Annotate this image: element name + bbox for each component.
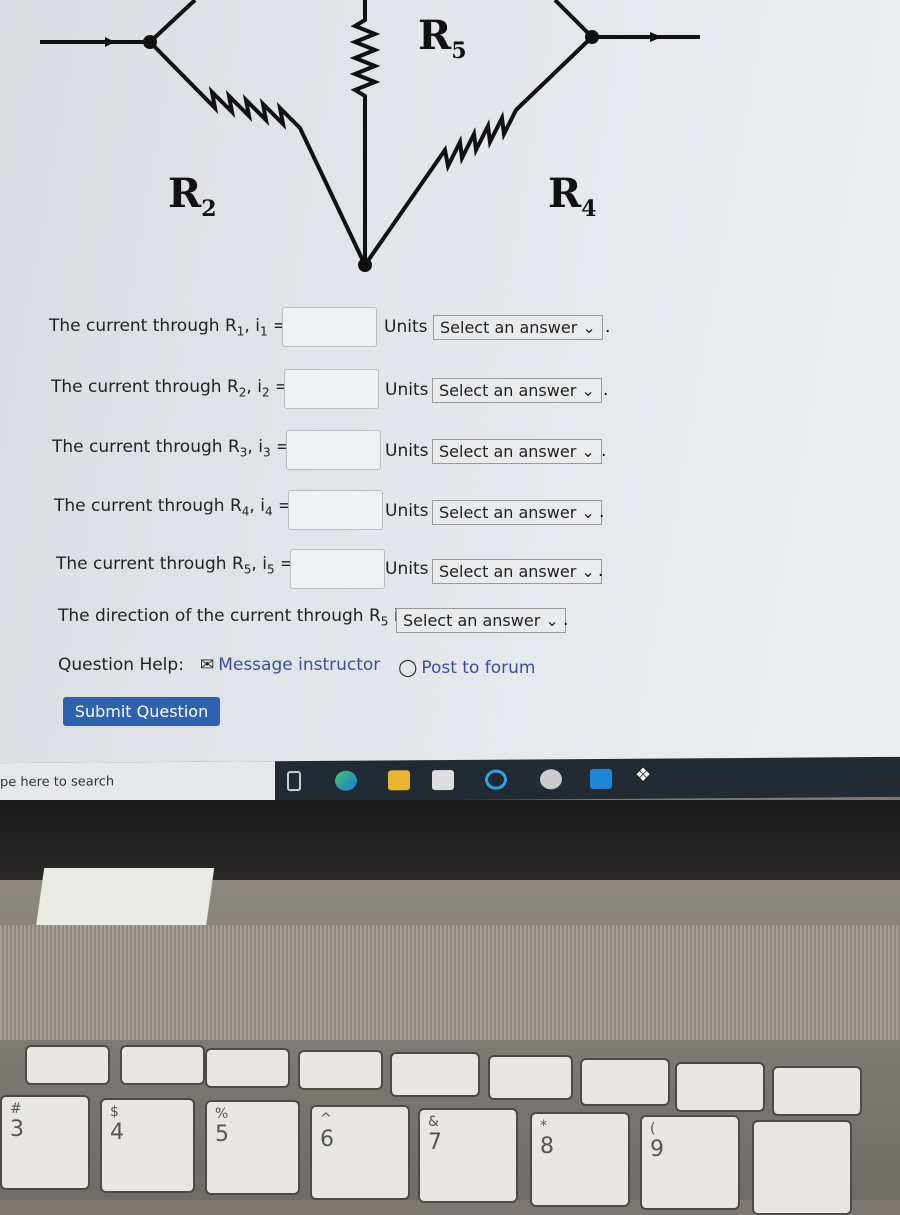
chevron-down-icon: ⌄ bbox=[545, 611, 559, 630]
chevron-down-icon: ⌄ bbox=[581, 562, 595, 581]
label-r4: R4 bbox=[548, 170, 597, 222]
key-f5[interactable] bbox=[205, 1048, 290, 1088]
key-f6[interactable] bbox=[298, 1050, 383, 1090]
submit-question-button[interactable]: Submit Question bbox=[63, 697, 220, 726]
browser-page: R5 R2 R4 The current through R1, i1 = Un… bbox=[0, 0, 900, 775]
mail-icon[interactable] bbox=[590, 768, 612, 790]
edge-icon[interactable] bbox=[335, 770, 357, 791]
direction-select[interactable]: Select an answer ⌄ bbox=[396, 608, 566, 633]
key-f10[interactable] bbox=[675, 1062, 765, 1112]
task-view-icon[interactable] bbox=[287, 771, 301, 792]
resistor-r4 bbox=[363, 35, 594, 267]
direction-row: The direction of the current through R5 … bbox=[58, 597, 407, 637]
units-label: Units bbox=[385, 441, 429, 461]
key-0[interactable] bbox=[752, 1120, 852, 1215]
key-5[interactable]: % 5 bbox=[205, 1100, 300, 1195]
question-label: The current through R4, i4 = bbox=[54, 495, 293, 519]
chevron-down-icon: ⌄ bbox=[581, 442, 595, 461]
question-label: The current through R3, i3 = bbox=[52, 436, 291, 460]
file-explorer-icon[interactable] bbox=[388, 770, 410, 791]
question-label: The current through R2, i2 = bbox=[51, 376, 290, 400]
units-select-3[interactable]: Select an answer ⌄ bbox=[432, 439, 602, 464]
units-select-4[interactable]: Select an answer ⌄ bbox=[432, 500, 602, 525]
cortana-icon[interactable] bbox=[485, 769, 507, 790]
app-icon[interactable] bbox=[540, 769, 562, 790]
resistor-r2 bbox=[148, 40, 367, 266]
chat-bubble-icon: ◯ bbox=[398, 658, 418, 678]
wire-r1 bbox=[148, 0, 197, 44]
key-3[interactable]: #3 bbox=[0, 1095, 90, 1190]
speaker-grille bbox=[0, 925, 900, 1040]
current-input-2[interactable] bbox=[284, 369, 379, 409]
node bbox=[358, 258, 372, 272]
key-f4[interactable] bbox=[120, 1045, 205, 1085]
label-r5: R5 bbox=[418, 12, 467, 64]
taskbar: pe here to search ❖ bbox=[0, 756, 900, 804]
units-label: Units bbox=[385, 559, 429, 579]
arrow-left-icon bbox=[105, 37, 115, 47]
key-9[interactable]: (9 bbox=[640, 1115, 740, 1210]
hinge bbox=[35, 868, 215, 928]
units-label: Units bbox=[385, 501, 429, 521]
units-select-5[interactable]: Select an answer ⌄ bbox=[432, 559, 602, 584]
key-8[interactable]: * 8 bbox=[530, 1112, 630, 1207]
store-icon[interactable] bbox=[432, 769, 454, 791]
units-label: Units bbox=[384, 317, 428, 337]
units-label: Units bbox=[385, 380, 429, 400]
key-7[interactable]: & 7 bbox=[418, 1108, 518, 1203]
chevron-down-icon: ⌄ bbox=[581, 381, 595, 400]
key-f9[interactable] bbox=[580, 1058, 670, 1106]
taskbar-search[interactable]: pe here to search bbox=[0, 761, 275, 804]
question-label: The current through R1, i1 = bbox=[49, 315, 288, 339]
label-r2: R2 bbox=[168, 170, 217, 222]
direction-label: The direction of the current through R5 … bbox=[58, 605, 407, 629]
search-placeholder: pe here to search bbox=[0, 774, 115, 791]
units-select-1[interactable]: Select an answer ⌄ bbox=[433, 315, 603, 340]
node bbox=[585, 30, 599, 44]
key-f11[interactable] bbox=[772, 1066, 862, 1116]
question-label: The current through R5, i5 = bbox=[56, 553, 295, 577]
message-instructor-link[interactable]: Message instructor bbox=[218, 655, 380, 675]
help-label: Question Help: bbox=[58, 655, 184, 675]
dropbox-icon[interactable]: ❖ bbox=[635, 765, 657, 786]
post-to-forum-link[interactable]: Post to forum bbox=[421, 658, 535, 678]
current-input-4[interactable] bbox=[288, 490, 383, 530]
current-input-3[interactable] bbox=[286, 430, 381, 470]
key-4[interactable]: $4 bbox=[100, 1098, 195, 1193]
question-help: Question Help: ✉ Message instructor ◯ Po… bbox=[58, 645, 535, 685]
key-f3[interactable] bbox=[25, 1045, 110, 1085]
key-f8[interactable] bbox=[488, 1055, 573, 1100]
wire-r5 bbox=[553, 0, 594, 39]
units-select-2[interactable]: Select an answer ⌄ bbox=[432, 378, 602, 403]
chevron-down-icon: ⌄ bbox=[582, 318, 596, 337]
current-input-1[interactable] bbox=[282, 307, 377, 347]
node bbox=[143, 35, 157, 49]
arrow-right-icon bbox=[650, 32, 662, 42]
key-f7[interactable] bbox=[390, 1052, 480, 1097]
chevron-down-icon: ⌄ bbox=[581, 503, 595, 522]
resistor-r3 bbox=[349, 0, 381, 265]
mail-icon: ✉ bbox=[199, 655, 215, 675]
key-6[interactable]: ^ 6 bbox=[310, 1105, 410, 1200]
current-input-5[interactable] bbox=[290, 549, 385, 589]
